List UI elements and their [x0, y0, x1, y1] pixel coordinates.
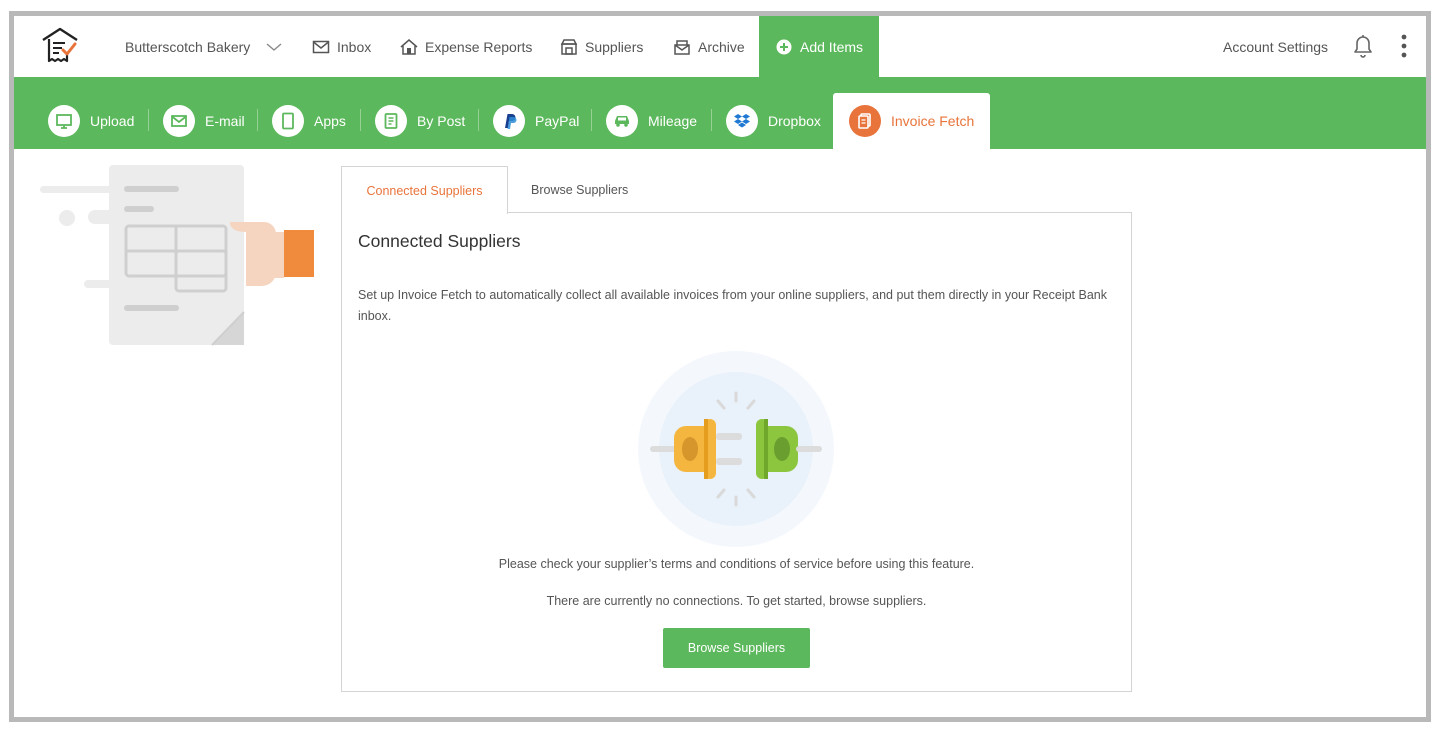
source-icon-wrap [726, 105, 758, 137]
receipt-house-logo-icon[interactable] [40, 25, 80, 65]
document-icon [384, 113, 398, 129]
source-icon-wrap [606, 105, 638, 137]
source-label: Apps [314, 113, 346, 129]
source-apps[interactable]: Apps [272, 93, 346, 149]
connected-suppliers-panel: Connected Suppliers Set up Invoice Fetch… [341, 212, 1132, 692]
invoice-fetch-icon [858, 113, 871, 129]
source-icon-wrap [849, 105, 881, 137]
source-invoice-fetch[interactable]: Invoice Fetch [833, 93, 991, 149]
no-connections-message: There are currently no connections. To g… [546, 594, 927, 608]
expense-reports-icon [400, 38, 418, 55]
source-icon-wrap [48, 105, 80, 137]
invoice-hand-illustration [40, 165, 314, 346]
divider [591, 109, 592, 131]
divider [360, 109, 361, 131]
source-icon-wrap [375, 105, 407, 137]
source-by-post[interactable]: By Post [375, 93, 465, 149]
archive-icon [674, 39, 690, 55]
nav-label: Expense Reports [425, 38, 533, 55]
top-navigation: Butterscotch Bakery Inbox Expense Report… [14, 16, 1426, 77]
nav-suppliers[interactable]: Suppliers [560, 16, 643, 77]
nav-label: Archive [698, 38, 745, 55]
monitor-icon [56, 114, 72, 129]
app-window: Butterscotch Bakery Inbox Expense Report… [9, 11, 1431, 722]
source-label: Mileage [648, 113, 698, 129]
account-settings-link[interactable]: Account Settings [1223, 16, 1328, 77]
browse-suppliers-button[interactable]: Browse Suppliers [663, 628, 810, 668]
plug-disconnected-icon [638, 351, 834, 547]
tab-browse-suppliers[interactable]: Browse Suppliers [531, 166, 628, 214]
paypal-icon [505, 114, 517, 129]
nav-label: Suppliers [585, 38, 644, 55]
source-label: Upload [90, 113, 135, 129]
source-email[interactable]: E-mail [163, 93, 245, 149]
dropbox-icon [734, 114, 750, 128]
source-label: Dropbox [768, 113, 821, 129]
car-icon [615, 116, 629, 127]
divider [257, 109, 258, 131]
divider [711, 109, 712, 131]
nav-inbox[interactable]: Inbox [312, 16, 371, 77]
tab-connected-suppliers[interactable]: Connected Suppliers [341, 166, 508, 214]
chevron-down-icon [266, 42, 282, 51]
panel-description: Set up Invoice Fetch to automatically co… [358, 288, 1107, 323]
source-label: PayPal [535, 113, 580, 129]
tablet-icon [282, 112, 294, 130]
envelope-icon [171, 115, 187, 127]
nav-label: Add Items [800, 38, 864, 55]
source-upload[interactable]: Upload [48, 93, 134, 149]
plus-circle-icon [776, 39, 792, 54]
divider [148, 109, 149, 131]
divider [478, 109, 479, 131]
terms-notice: Please check your supplier’s terms and c… [498, 557, 975, 571]
source-icon-wrap [493, 105, 525, 137]
source-label: By Post [417, 113, 466, 129]
suppliers-icon [560, 38, 578, 55]
source-label: Invoice Fetch [891, 113, 975, 129]
source-icon-wrap [272, 105, 304, 137]
source-paypal[interactable]: PayPal [493, 93, 579, 149]
source-icon-wrap [163, 105, 195, 137]
source-mileage[interactable]: Mileage [606, 93, 697, 149]
envelope-icon [312, 40, 330, 53]
nav-label: Inbox [337, 38, 372, 55]
panel-title: Connected Suppliers [358, 231, 521, 251]
bell-icon[interactable] [1351, 33, 1375, 59]
more-options-icon[interactable] [1397, 33, 1411, 59]
nav-archive[interactable]: Archive [673, 16, 745, 77]
company-switcher[interactable]: Butterscotch Bakery [125, 16, 282, 77]
source-dropbox[interactable]: Dropbox [726, 93, 821, 149]
nav-expense-reports[interactable]: Expense Reports [400, 16, 532, 77]
source-bar: Upload E-mail Apps By Post PayPal Mileag… [14, 77, 1426, 149]
source-label: E-mail [205, 113, 245, 129]
company-name: Butterscotch Bakery [125, 38, 251, 55]
nav-add-items[interactable]: Add Items [759, 16, 880, 77]
